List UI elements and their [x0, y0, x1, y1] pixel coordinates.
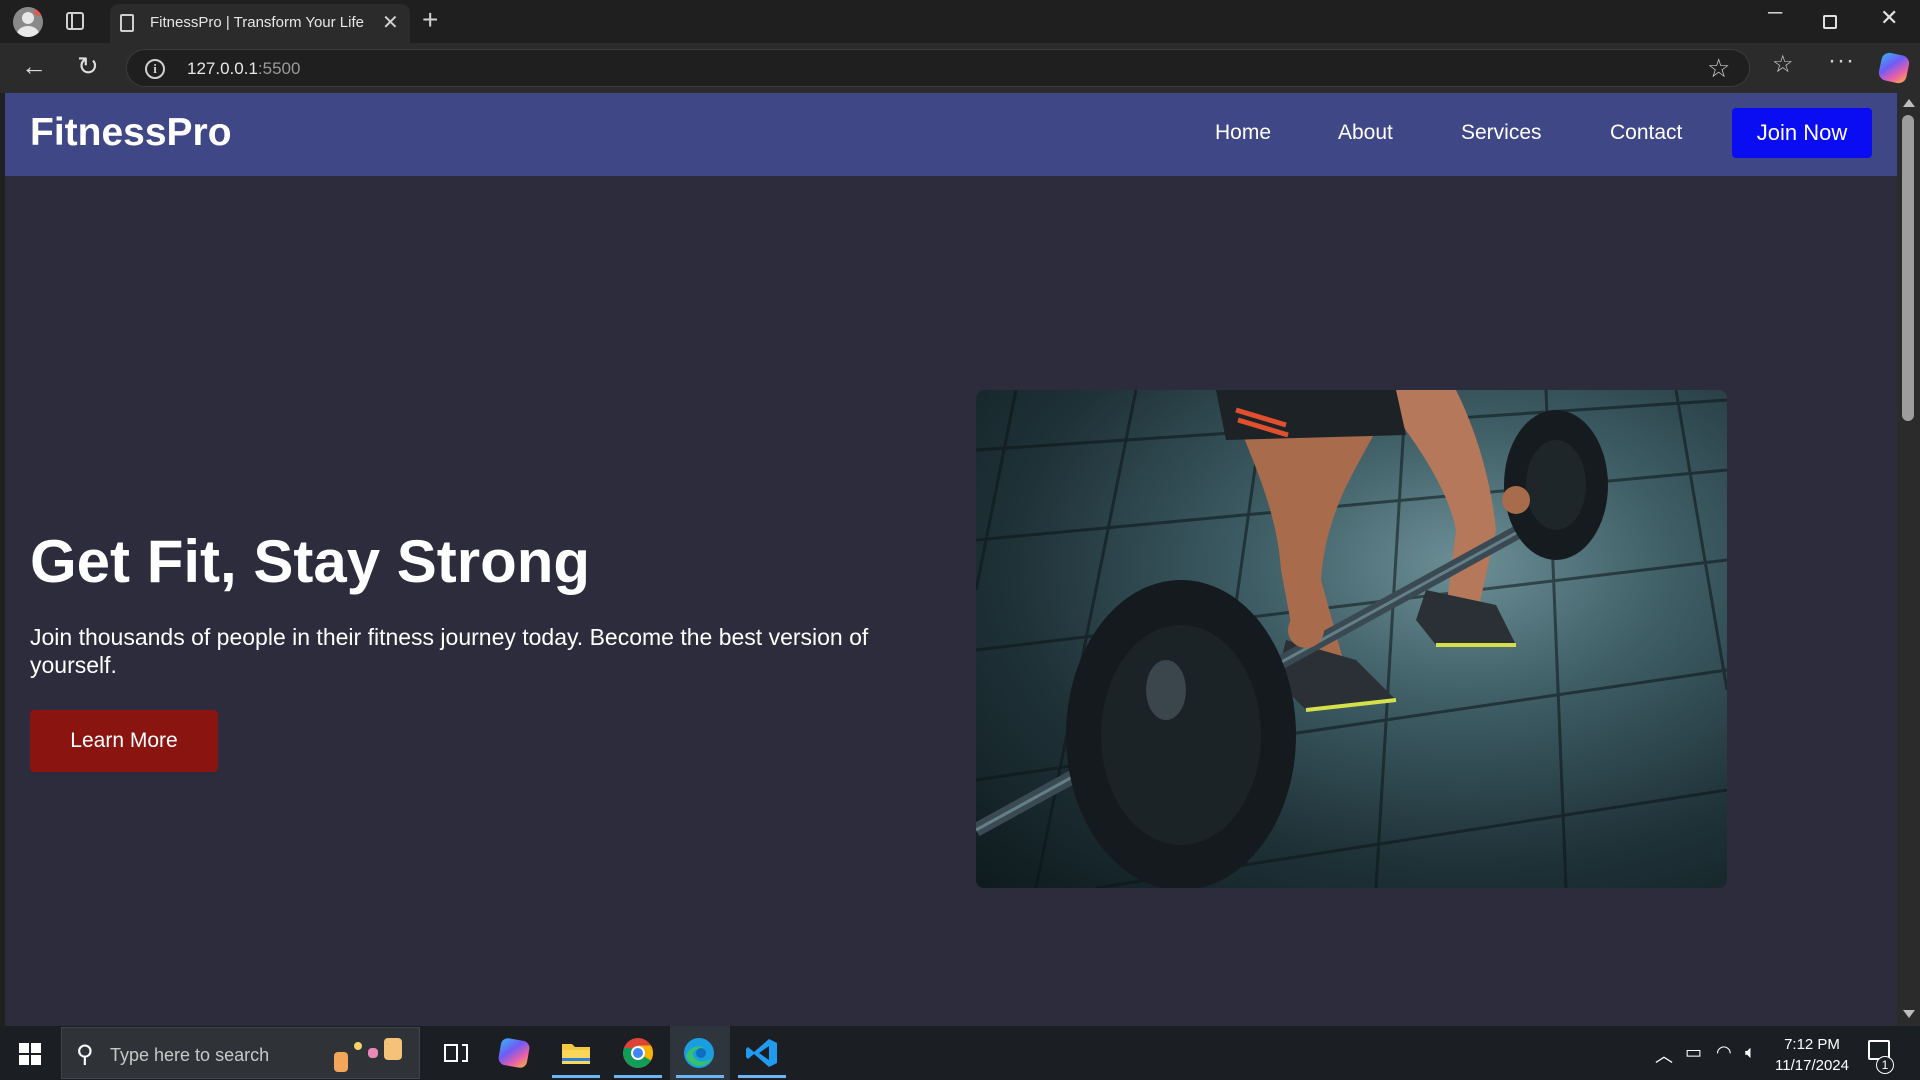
hero-image-weightlifter: [976, 390, 1727, 888]
notification-count-badge: 1: [1876, 1056, 1894, 1074]
nav-link-about[interactable]: About: [1338, 121, 1393, 145]
reload-icon[interactable]: ↻: [77, 51, 99, 82]
nav-link-services[interactable]: Services: [1461, 121, 1542, 145]
site-logo[interactable]: FitnessPro: [30, 111, 232, 155]
favorite-star-icon[interactable]: ☆: [1707, 53, 1730, 84]
nav-link-home[interactable]: Home: [1215, 121, 1271, 145]
system-clock[interactable]: 7:12 PM 11/17/2024: [1772, 1034, 1852, 1076]
url-text: 127.0.0.1:5500: [187, 59, 300, 79]
taskbar-search-box[interactable]: ⚲ Type here to search: [61, 1027, 420, 1079]
back-icon[interactable]: ←: [21, 51, 47, 82]
url-host: 127.0.0.1: [187, 59, 258, 78]
search-highlight-icon: [332, 1036, 412, 1072]
windows-start-icon[interactable]: [19, 1043, 41, 1065]
scroll-up-arrow-icon[interactable]: [1903, 99, 1915, 107]
show-hidden-icons-icon[interactable]: ︿: [1655, 1042, 1673, 1068]
site-navbar: FitnessPro Home About Services Contact J…: [5, 93, 1897, 176]
vscode-active-indicator: [738, 1075, 786, 1078]
volume-icon[interactable]: 🔈︎: [1745, 1042, 1756, 1063]
chrome-active-indicator: [614, 1075, 662, 1078]
page-viewport: FitnessPro Home About Services Contact J…: [5, 93, 1897, 1026]
scrollbar-thumb[interactable]: [1902, 115, 1914, 421]
restore-icon[interactable]: [1823, 15, 1837, 29]
info-icon[interactable]: i: [145, 59, 165, 79]
edge-active-indicator: [676, 1075, 724, 1078]
network-icon[interactable]: ◠: [1716, 1042, 1732, 1063]
profile-status-dot: [34, 7, 43, 16]
address-bar[interactable]: i 127.0.0.1:5500 ☆: [126, 49, 1750, 87]
scroll-down-arrow-icon[interactable]: [1903, 1010, 1915, 1018]
copilot-icon[interactable]: [1877, 51, 1911, 85]
more-menu-icon[interactable]: ···: [1828, 47, 1855, 75]
windows-taskbar: ⚲ Type here to search ︿ ▭ ◠ 🔈︎ 7:12 PM 1…: [0, 1026, 1920, 1080]
clock-date: 11/17/2024: [1775, 1057, 1849, 1074]
search-placeholder: Type here to search: [110, 1045, 270, 1065]
page-icon: [120, 14, 134, 32]
new-tab-icon[interactable]: +: [422, 4, 438, 36]
browser-tab[interactable]: FitnessPro | Transform Your Life ✕: [110, 4, 410, 43]
copilot-taskbar-icon[interactable]: [497, 1037, 531, 1069]
nav-link-contact[interactable]: Contact: [1610, 121, 1682, 145]
close-window-icon[interactable]: ✕: [1880, 5, 1898, 31]
page-scrollbar[interactable]: [1897, 93, 1920, 1026]
clock-time: 7:12 PM: [1784, 1036, 1840, 1053]
chrome-icon[interactable]: [620, 1036, 656, 1070]
favorites-icon[interactable]: ☆: [1772, 50, 1794, 79]
search-icon: ⚲: [76, 1041, 94, 1068]
task-view-icon[interactable]: [438, 1036, 474, 1070]
vscode-icon[interactable]: [744, 1036, 780, 1070]
browser-toolbar: ← ↻ i 127.0.0.1:5500 ☆ ☆ ···: [0, 43, 1920, 93]
url-port: :5500: [257, 59, 301, 78]
hero-subtitle: Join thousands of people in their fitnes…: [30, 624, 869, 678]
browser-titlebar: FitnessPro | Transform Your Life ✕ + ─ ✕: [0, 0, 1920, 43]
edge-icon[interactable]: [681, 1036, 717, 1070]
battery-icon[interactable]: ▭: [1685, 1042, 1702, 1063]
gym-floor-illustration: [976, 390, 1727, 888]
close-tab-icon[interactable]: ✕: [382, 10, 399, 35]
minimize-icon[interactable]: ─: [1768, 2, 1782, 25]
tab-title: FitnessPro | Transform Your Life: [150, 14, 364, 31]
explorer-active-indicator: [552, 1075, 600, 1078]
profile-avatar[interactable]: [13, 7, 43, 37]
hero-title: Get Fit, Stay Strong: [30, 528, 591, 595]
tab-actions-icon[interactable]: [66, 12, 84, 30]
learn-more-button[interactable]: Learn More: [30, 710, 218, 772]
file-explorer-icon[interactable]: [558, 1036, 594, 1070]
join-now-button[interactable]: Join Now: [1732, 108, 1872, 158]
